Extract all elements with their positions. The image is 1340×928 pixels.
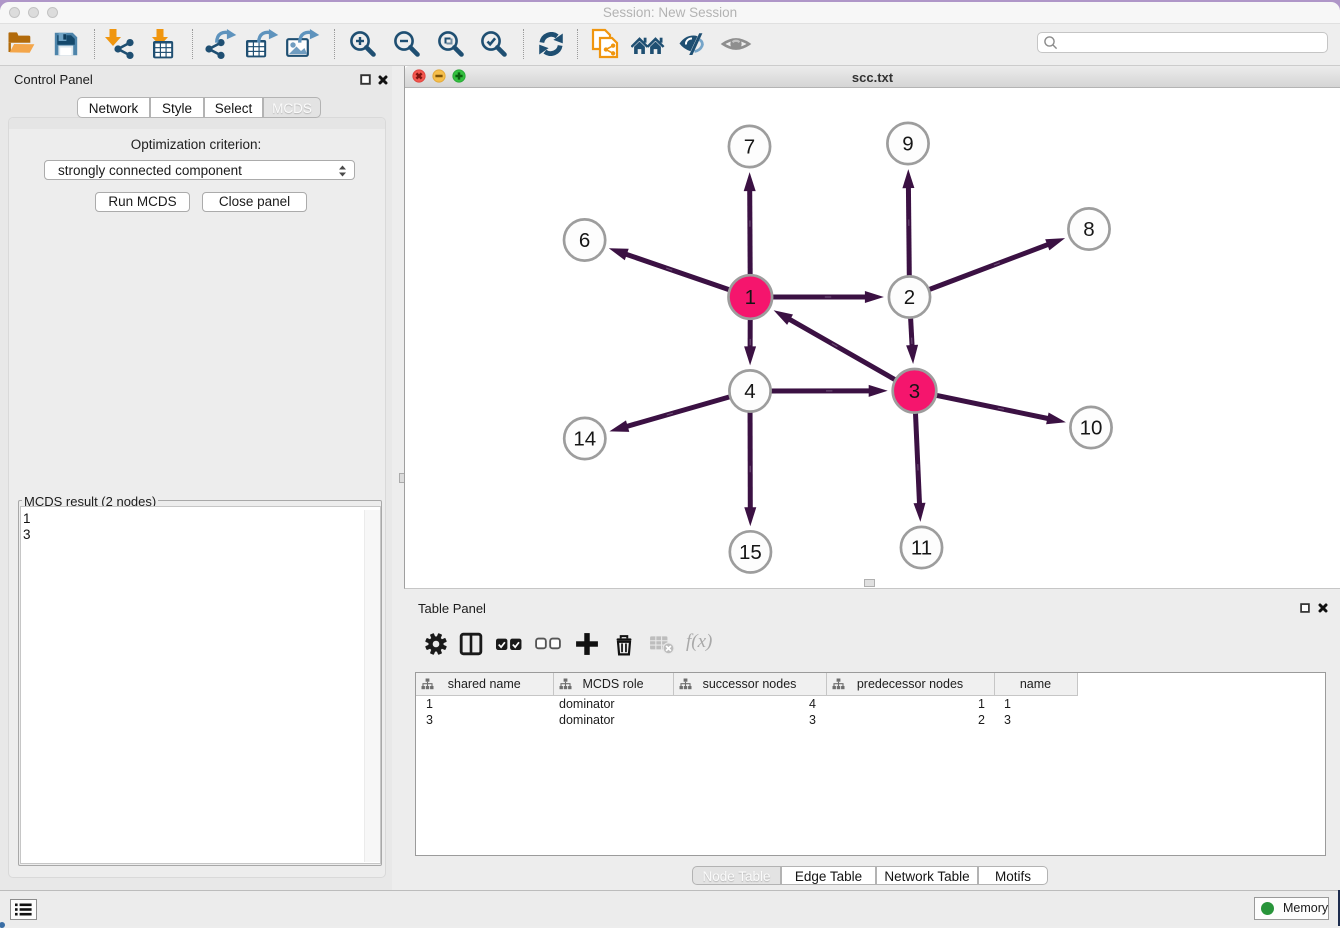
svg-text:9: 9 (902, 133, 913, 156)
svg-text:11: 11 (911, 537, 932, 560)
svg-text:3: 3 (909, 380, 920, 403)
svg-text:10: 10 (1080, 417, 1103, 440)
svg-text:15: 15 (739, 541, 762, 564)
svg-text:4: 4 (744, 380, 755, 403)
svg-text:7: 7 (744, 136, 755, 159)
svg-text:14: 14 (573, 428, 596, 451)
svg-text:8: 8 (1083, 218, 1094, 241)
svg-text:6: 6 (579, 229, 590, 252)
svg-text:1: 1 (745, 286, 756, 309)
svg-text:2: 2 (904, 286, 915, 309)
